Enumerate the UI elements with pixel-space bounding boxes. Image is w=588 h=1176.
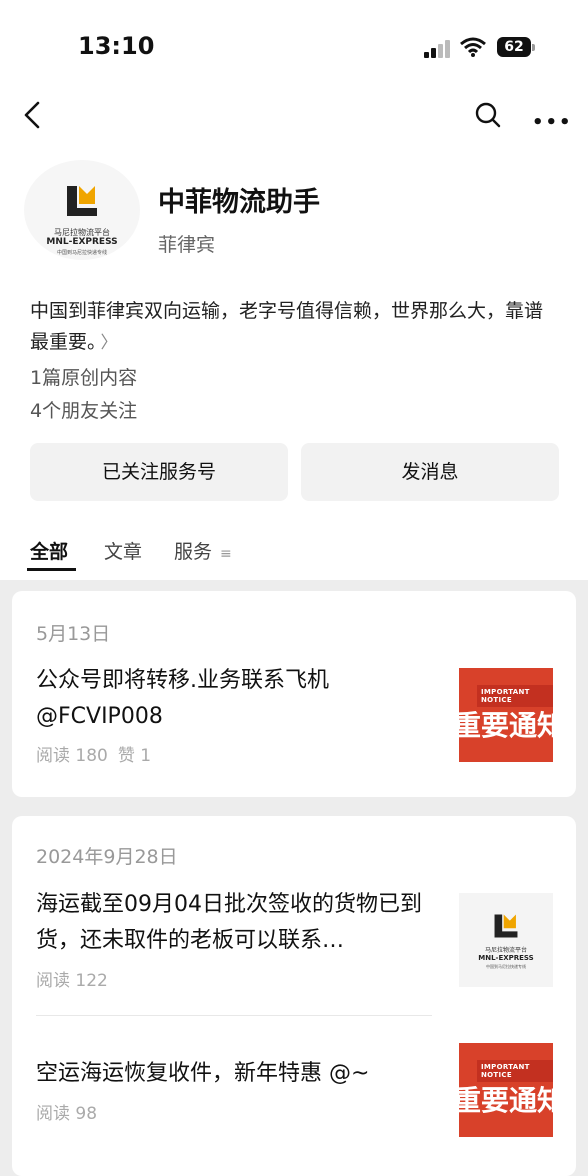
friends-following[interactable]: 4个朋友关注 bbox=[30, 396, 137, 423]
post-title[interactable]: 公众号即将转移.业务联系飞机@FCVIP008 bbox=[36, 663, 436, 735]
logo-en: MNL-EXPRESS bbox=[46, 237, 118, 247]
post-thumbnail[interactable]: 马尼拉物流平台 MNL-EXPRESS 中国到马尼拉快递专线 bbox=[459, 893, 553, 987]
post-date: 5月13日 bbox=[36, 623, 111, 645]
tab-underline bbox=[27, 568, 76, 571]
post-reads: 阅读 98 bbox=[36, 1104, 98, 1124]
post-reads: 阅读 180 bbox=[36, 746, 108, 766]
tab-all[interactable]: 全部 bbox=[30, 537, 68, 564]
logo-cn-bottom: 中国到马尼拉快递专线 bbox=[56, 250, 107, 256]
search-icon[interactable] bbox=[474, 100, 502, 130]
back-icon[interactable] bbox=[20, 100, 48, 130]
battery-icon: 62 bbox=[497, 37, 535, 57]
post-likes: 赞 1 bbox=[117, 746, 152, 766]
menu-icon: ≡ bbox=[220, 546, 232, 562]
mnl-logo-icon bbox=[67, 186, 97, 216]
tab-articles[interactable]: 文章 bbox=[104, 537, 142, 564]
post-group-card: 5月13日 公众号即将转移.业务联系飞机@FCVIP008 阅读 180 赞 1 … bbox=[12, 591, 576, 797]
logo-cn-bottom: 中国到马尼拉快递专线 bbox=[486, 964, 526, 969]
status-time: 13:10 bbox=[78, 32, 155, 60]
account-description[interactable]: 中国到菲律宾双向运输，老字号值得信赖，世界那么大，靠谱最重要。〉 bbox=[30, 296, 560, 359]
post-thumbnail[interactable]: IMPORTANT NOTICE 重要通知 bbox=[459, 668, 553, 762]
account-location: 菲律宾 bbox=[158, 234, 216, 256]
wifi-icon bbox=[460, 37, 486, 57]
status-bar: 13:10 62 bbox=[0, 0, 588, 95]
post-group-card: 2024年9月28日 海运截至09月04日批次签收的货物已到货，还未取件的老板可… bbox=[12, 816, 576, 1176]
tab-services[interactable]: 服务 ≡ bbox=[174, 537, 232, 564]
avatar[interactable]: 马尼拉物流平台 MNL-EXPRESS 中国到马尼拉快递专线 bbox=[24, 160, 140, 260]
post-stats: 阅读 180 赞 1 bbox=[36, 741, 161, 766]
account-header: 13:10 62 ••• 马尼拉物流平台 MNL-EXPRESS 中国到马尼拉快… bbox=[0, 0, 588, 580]
followed-button[interactable]: 已关注服务号 bbox=[30, 443, 288, 501]
post-thumbnail[interactable]: IMPORTANT NOTICE 重要通知 bbox=[459, 1043, 553, 1137]
tab-services-label: 服务 bbox=[174, 541, 213, 563]
post-date: 2024年9月28日 bbox=[36, 846, 178, 868]
divider bbox=[36, 1015, 432, 1016]
signal-icon bbox=[424, 40, 452, 58]
mnl-logo-icon bbox=[494, 914, 518, 938]
thumb-text: 重要通知 bbox=[459, 1084, 553, 1117]
logo-cn-top: 马尼拉物流平台 bbox=[484, 947, 527, 954]
thumb-text: 重要通知 bbox=[459, 709, 553, 742]
post-title[interactable]: 海运截至09月04日批次签收的货物已到货，还未取件的老板可以联系… bbox=[36, 887, 436, 959]
original-count[interactable]: 1篇原创内容 bbox=[30, 363, 137, 390]
chevron-right-icon: 〉 bbox=[100, 333, 118, 353]
post-reads: 阅读 122 bbox=[36, 971, 108, 991]
post-title[interactable]: 空运海运恢复收件，新年特惠 @~ bbox=[36, 1056, 436, 1092]
account-name: 中菲物流助手 bbox=[158, 187, 320, 218]
message-button[interactable]: 发消息 bbox=[301, 443, 559, 501]
logo-en: MNL-EXPRESS bbox=[478, 954, 534, 962]
more-icon[interactable]: ••• bbox=[532, 112, 573, 133]
